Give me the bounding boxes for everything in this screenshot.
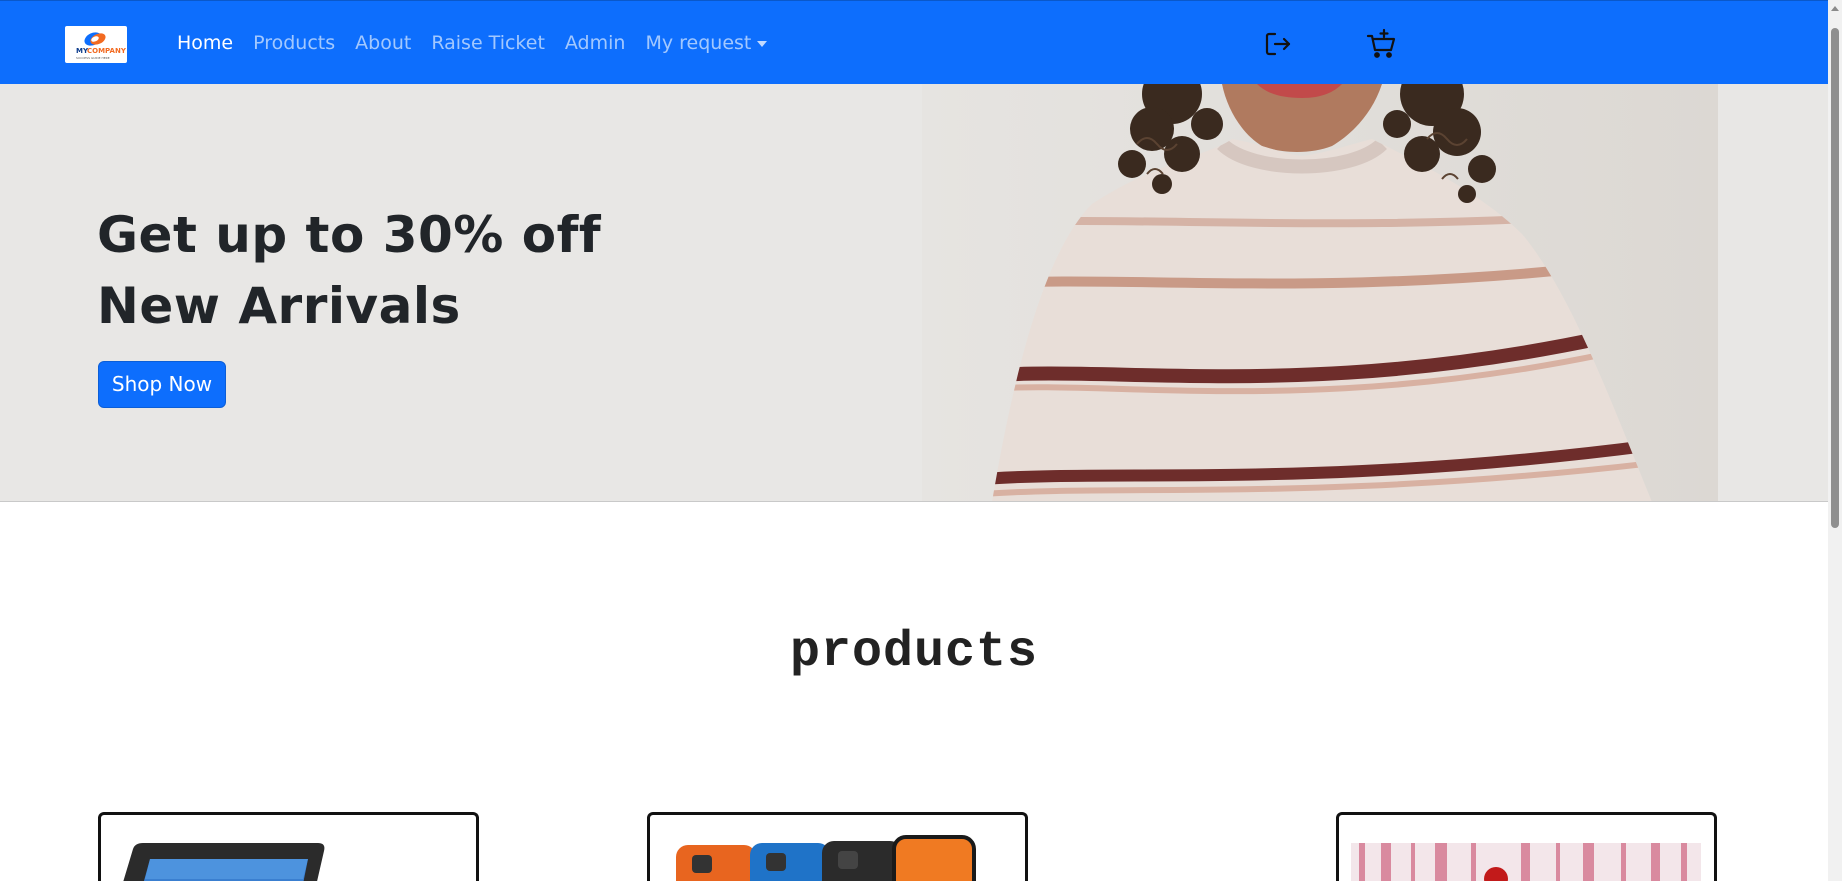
product-card-phones[interactable] [647, 812, 1028, 881]
scroll-up-arrow-icon[interactable] [1831, 6, 1839, 11]
nav-link-raise-ticket[interactable]: Raise Ticket [431, 32, 545, 54]
nav-links: Home Products About Raise Ticket Admin M… [177, 1, 787, 85]
product-image-phones [676, 835, 976, 881]
product-image-red-object [1351, 843, 1701, 881]
logout-icon[interactable] [1262, 28, 1294, 60]
hero-title-line-1: Get up to 30% off [97, 206, 602, 264]
logo-tagline: SUCCESS GUIDE HERE [76, 56, 110, 60]
nav-link-home[interactable]: Home [177, 32, 233, 54]
caret-down-icon [757, 41, 768, 47]
product-card-tablet[interactable] [98, 812, 479, 881]
product-card-red-object[interactable] [1336, 812, 1717, 881]
nav-dropdown-my-request[interactable]: My request [645, 32, 768, 54]
products-section-title: products [789, 624, 1039, 681]
hero-title: Get up to 30% off New Arrivals [97, 200, 657, 342]
top-navbar: MY COMPANY SUCCESS GUIDE HERE Home Produ… [0, 0, 1828, 84]
nav-link-products[interactable]: Products [253, 32, 335, 54]
nav-link-admin[interactable]: Admin [565, 32, 626, 54]
company-logo[interactable]: MY COMPANY SUCCESS GUIDE HERE [65, 26, 127, 63]
nav-dropdown-label: My request [645, 32, 752, 54]
scrollbar-thumb[interactable] [1831, 28, 1839, 528]
shop-now-button[interactable]: Shop Now [98, 361, 226, 408]
hero-title-line-2: New Arrivals [97, 277, 461, 335]
page-scrollbar[interactable] [1828, 0, 1842, 881]
hero-model-photo [922, 84, 1718, 501]
logo-text-company: COMPANY [87, 47, 127, 55]
hero-banner: Get up to 30% off New Arrivals Shop Now [0, 84, 1828, 502]
nav-link-about[interactable]: About [355, 32, 411, 54]
cart-add-icon[interactable] [1366, 28, 1398, 60]
product-image-tablet [123, 843, 325, 881]
